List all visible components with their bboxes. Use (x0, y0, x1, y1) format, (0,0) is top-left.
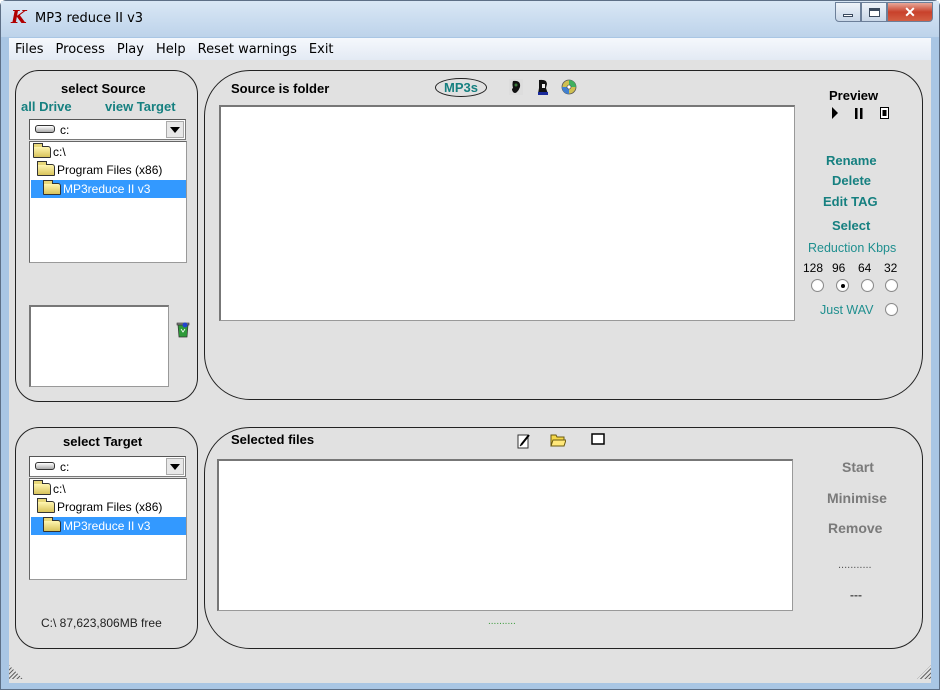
edit-tag-button[interactable]: Edit TAG (823, 194, 878, 209)
resize-grip[interactable] (917, 665, 931, 679)
source-files-heading: Source is folder (231, 81, 330, 96)
ear-icon[interactable] (509, 79, 523, 95)
title-bar[interactable]: K MP3 reduce II v3 ✕ (1, 1, 939, 37)
minimise-button[interactable]: Minimise (827, 490, 887, 506)
play-icon[interactable] (831, 107, 839, 122)
just-wav-label: Just WAV (820, 303, 874, 317)
app-window: K MP3 reduce II v3 ✕ Files Process Play … (0, 0, 940, 690)
open-folder-icon (33, 480, 51, 495)
open-folder-icon (43, 517, 61, 532)
cd-icon[interactable] (561, 79, 577, 95)
menu-exit[interactable]: Exit (303, 42, 340, 57)
open-folder-icon (37, 161, 55, 176)
chevron-down-icon[interactable] (166, 458, 184, 475)
remove-button[interactable]: Remove (828, 520, 882, 536)
source-panel: select Source all Drive view Target c: c… (15, 70, 198, 402)
open-folder-icon[interactable] (550, 433, 567, 449)
target-panel: select Target c: c:\ Program Files (x86)… (15, 427, 198, 649)
just-wav-radio[interactable] (885, 303, 898, 316)
bitrate-96-label: 96 (832, 261, 846, 275)
open-folder-icon (37, 498, 55, 513)
maximize-button[interactable] (861, 2, 887, 22)
bitrate-128-radio[interactable] (811, 279, 824, 292)
source-drive-value: c: (60, 123, 70, 137)
source-files-list[interactable] (219, 105, 795, 321)
selected-files-heading: Selected files (231, 432, 315, 447)
bitrate-32-label: 32 (884, 261, 898, 275)
target-heading: select Target (63, 434, 143, 449)
progress-dash: --- (850, 588, 862, 602)
folder-label: Program Files (x86) (57, 163, 163, 177)
menu-help[interactable]: Help (150, 42, 192, 57)
folder-item[interactable]: Program Files (x86) (37, 498, 162, 516)
target-drive-combo[interactable]: c: (29, 456, 186, 477)
folder-item[interactable]: c:\ (33, 480, 66, 498)
menu-process[interactable]: Process (50, 42, 111, 57)
menu-reset-warnings[interactable]: Reset warnings (192, 42, 303, 57)
caption-buttons: ✕ (835, 2, 933, 22)
minimize-icon (843, 13, 853, 17)
close-button[interactable]: ✕ (887, 2, 933, 22)
client-area: select Source all Drive view Target c: c… (9, 60, 931, 683)
selected-files-list[interactable] (217, 459, 793, 611)
selected-files-status: .......... (488, 616, 516, 627)
folder-item[interactable]: c:\ (33, 143, 66, 161)
window-title: MP3 reduce II v3 (35, 11, 144, 26)
recycle-bin-icon[interactable] (176, 320, 190, 338)
maximize-icon (868, 7, 880, 17)
menu-bar: Files Process Play Help Reset warnings E… (9, 38, 931, 60)
menu-files[interactable]: Files (9, 42, 50, 57)
source-files-panel: Source is folder MP3s Preview Rename Del… (204, 70, 923, 400)
pause-icon[interactable] (855, 108, 863, 122)
folder-label: c:\ (53, 482, 66, 496)
mp3s-filter-button[interactable]: MP3s (435, 78, 487, 97)
free-space-label: C:\ 87,623,806MB free (41, 616, 162, 630)
app-logo-icon: K (11, 7, 27, 28)
edit-list-icon[interactable] (517, 433, 531, 449)
folder-item[interactable]: Program Files (x86) (37, 161, 162, 179)
bitrate-64-label: 64 (858, 261, 872, 275)
drive-icon (35, 125, 55, 133)
start-button[interactable]: Start (842, 459, 874, 475)
chevron-down-icon[interactable] (166, 121, 184, 138)
progress-dots: ........... (838, 559, 872, 571)
left-resize-grip[interactable] (9, 665, 23, 679)
minimize-button[interactable] (835, 2, 861, 22)
close-icon: ✕ (904, 3, 916, 20)
source-drive-combo[interactable]: c: (29, 119, 186, 140)
folder-item-selected[interactable]: MP3reduce II v3 (31, 180, 186, 198)
open-folder-icon (33, 143, 51, 158)
source-folder-list[interactable]: c:\ Program Files (x86) MP3reduce II v3 (29, 141, 187, 263)
stop-icon[interactable] (880, 107, 889, 122)
selected-files-panel: Selected files .......... Start Minimise… (204, 427, 923, 649)
view-target-link[interactable]: view Target (105, 99, 176, 114)
folder-label: MP3reduce II v3 (63, 519, 151, 533)
person-icon[interactable] (536, 79, 550, 95)
bitrate-32-radio[interactable] (885, 279, 898, 292)
blank-square-icon[interactable] (591, 433, 605, 449)
reduction-kbps-label: Reduction Kbps (808, 241, 897, 255)
target-drive-value: c: (60, 460, 70, 474)
open-folder-icon (43, 180, 61, 195)
target-folder-list[interactable]: c:\ Program Files (x86) MP3reduce II v3 (29, 478, 187, 580)
rename-button[interactable]: Rename (826, 153, 877, 168)
preview-label: Preview (829, 88, 879, 103)
menu-play[interactable]: Play (111, 42, 150, 57)
source-file-listbox[interactable] (29, 305, 169, 387)
delete-button[interactable]: Delete (832, 173, 871, 188)
folder-label: Program Files (x86) (57, 500, 163, 514)
bitrate-96-radio[interactable] (836, 279, 849, 292)
bitrate-128-label: 128 (803, 261, 824, 275)
all-drive-link[interactable]: all Drive (21, 99, 72, 114)
folder-label: MP3reduce II v3 (63, 182, 151, 196)
folder-label: c:\ (53, 145, 66, 159)
select-button[interactable]: Select (832, 218, 870, 233)
folder-item-selected[interactable]: MP3reduce II v3 (31, 517, 186, 535)
bitrate-64-radio[interactable] (861, 279, 874, 292)
source-heading: select Source (61, 81, 146, 96)
drive-icon (35, 462, 55, 470)
